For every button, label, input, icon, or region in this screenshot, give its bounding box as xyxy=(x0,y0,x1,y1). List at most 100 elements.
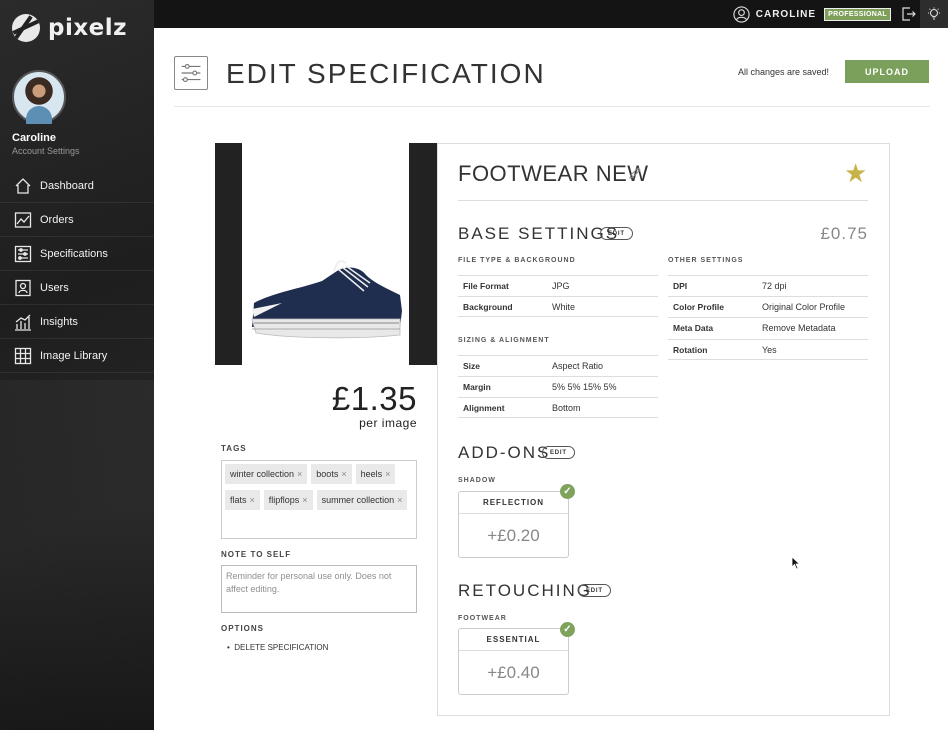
other-settings-label: OTHER SETTINGS xyxy=(668,257,744,264)
remove-tag-icon[interactable]: × xyxy=(297,469,302,479)
plan-badge: PROFESSIONAL xyxy=(824,8,891,21)
remove-tag-icon[interactable]: × xyxy=(385,469,390,479)
sidebar-item-orders[interactable]: Orders xyxy=(0,203,154,237)
addon-name: ESSENTIAL xyxy=(459,629,568,651)
top-user-menu[interactable]: CAROLINE xyxy=(733,6,816,23)
addon-price: +£0.40 xyxy=(487,663,540,682)
setting-key: Size xyxy=(463,361,481,371)
setting-row: Rotation Yes xyxy=(668,339,868,360)
help-button[interactable] xyxy=(920,0,948,28)
user-name[interactable]: Caroline xyxy=(12,132,56,144)
setting-key: Meta Data xyxy=(673,323,714,333)
sneaker-photo xyxy=(251,260,402,339)
upload-button[interactable]: UPLOAD xyxy=(845,60,929,83)
specification-sliders-icon xyxy=(174,56,208,90)
bar-chart-icon xyxy=(15,314,31,331)
tag-label: flipflops xyxy=(268,495,300,505)
setting-value: JPG xyxy=(552,281,570,291)
tags-label: TAGS xyxy=(221,444,247,453)
top-username: CAROLINE xyxy=(755,9,816,20)
addon-price: +£0.20 xyxy=(487,526,540,545)
setting-key: File Format xyxy=(463,281,509,291)
user-card-icon xyxy=(15,279,31,296)
edit-add-ons-button[interactable]: EDIT xyxy=(542,446,575,459)
sliders-icon xyxy=(14,245,32,262)
setting-value: Aspect Ratio xyxy=(552,361,604,371)
setting-value: 5% 5% 15% 5% xyxy=(552,382,617,392)
brand-name: pixelz xyxy=(48,15,128,41)
save-status: All changes are saved! xyxy=(738,67,830,77)
edit-retouching-button[interactable]: EDIT xyxy=(578,584,611,597)
selected-check-icon: ✓ xyxy=(560,622,575,637)
note-to-self-field[interactable] xyxy=(221,565,417,613)
edit-base-settings-button[interactable]: EDIT xyxy=(600,227,633,240)
tag-chip: heels × xyxy=(355,464,396,484)
setting-value: Original Color Profile xyxy=(762,302,846,312)
sidebar-item-users[interactable]: Users xyxy=(0,271,154,305)
tag-chip: winter collection × xyxy=(225,464,308,484)
top-bar: CAROLINE PROFESSIONAL xyxy=(154,0,948,28)
delete-specification-link[interactable]: • DELETE SPECIFICATION xyxy=(227,643,328,652)
selected-check-icon: ✓ xyxy=(560,484,575,499)
sidebar-item-dashboard[interactable]: Dashboard xyxy=(0,169,154,203)
setting-value: White xyxy=(552,301,576,312)
orders-chart-icon xyxy=(14,211,32,228)
setting-row: Alignment Bottom xyxy=(458,397,658,418)
setting-key: Alignment xyxy=(463,402,505,413)
specification-name: FOOTWEAR NEW xyxy=(458,161,649,186)
remove-tag-icon[interactable]: × xyxy=(302,495,307,505)
sidebar-item-image-library[interactable]: Image Library xyxy=(0,339,154,373)
sidebar-item-specifications[interactable]: Specifications xyxy=(0,237,154,271)
sidebar-nav: Dashboard Orders Specifications Users In… xyxy=(0,169,154,373)
add-ons-heading: ADD-ONS xyxy=(458,443,551,462)
avatar[interactable] xyxy=(12,70,66,124)
sidebar-item-label: Orders xyxy=(40,213,74,226)
tag-chip: summer collection × xyxy=(316,490,408,510)
sidebar-item-label: Specifications xyxy=(40,247,108,260)
sidebar-item-label: Dashboard xyxy=(40,179,94,192)
setting-row: Size Aspect Ratio xyxy=(458,355,658,376)
options-label: OPTIONS xyxy=(221,624,265,633)
remove-tag-icon[interactable]: × xyxy=(397,495,402,505)
brand-logo[interactable]: pixelz xyxy=(12,14,127,42)
product-image[interactable] xyxy=(215,143,437,365)
favorite-star-icon[interactable]: ★ xyxy=(844,160,867,186)
base-settings-heading: BASE SETTINGS xyxy=(458,224,620,243)
reflection-option-card[interactable]: REFLECTION +£0.20 xyxy=(458,491,569,558)
sidebar-item-insights[interactable]: Insights xyxy=(0,305,154,339)
setting-row: Meta Data Remove Metadata xyxy=(668,317,868,338)
setting-row: Color Profile Original Color Profile xyxy=(668,296,868,317)
tag-chip: flipflops × xyxy=(263,490,313,510)
setting-value: 72 dpi xyxy=(762,281,787,291)
setting-row: DPI 72 dpi xyxy=(668,275,868,296)
logout-icon[interactable] xyxy=(902,7,916,21)
sizing-label: SIZING & ALIGNMENT xyxy=(458,337,550,344)
setting-row: Background White xyxy=(458,296,658,317)
sidebar-item-label: Image Library xyxy=(40,349,108,362)
page-title: EDIT SPECIFICATION xyxy=(226,58,546,89)
tag-label: heels xyxy=(360,469,383,479)
pixelz-logo-icon xyxy=(12,14,40,42)
account-settings-link[interactable]: Account Settings xyxy=(12,146,80,156)
tag-label: boots xyxy=(316,469,339,479)
tags-input[interactable]: winter collection × boots × heels × flats × … xyxy=(221,460,417,539)
note-label: NOTE TO SELF xyxy=(221,550,292,559)
remove-tag-icon[interactable]: × xyxy=(250,495,255,505)
tag-label: winter collection xyxy=(230,469,295,479)
retouching-heading: RETOUCHING xyxy=(458,581,592,600)
tag-chip: flats × xyxy=(225,490,260,510)
home-icon xyxy=(15,177,31,194)
setting-key: Rotation xyxy=(673,344,708,355)
price-unit: per image xyxy=(359,416,417,430)
shadow-label: SHADOW xyxy=(458,477,496,484)
setting-row: File Format JPG xyxy=(458,275,658,296)
sidebar-item-label: Insights xyxy=(40,315,78,328)
essential-option-card[interactable]: ESSENTIAL +£0.40 xyxy=(458,628,569,695)
tag-chip: boots × xyxy=(311,464,352,484)
setting-value: Bottom xyxy=(552,402,581,413)
remove-tag-icon[interactable]: × xyxy=(341,469,346,479)
card-divider xyxy=(458,200,868,201)
lightbulb-icon xyxy=(928,7,940,20)
setting-row: Margin 5% 5% 15% 5% xyxy=(458,376,658,397)
pencil-icon[interactable] xyxy=(628,166,642,180)
